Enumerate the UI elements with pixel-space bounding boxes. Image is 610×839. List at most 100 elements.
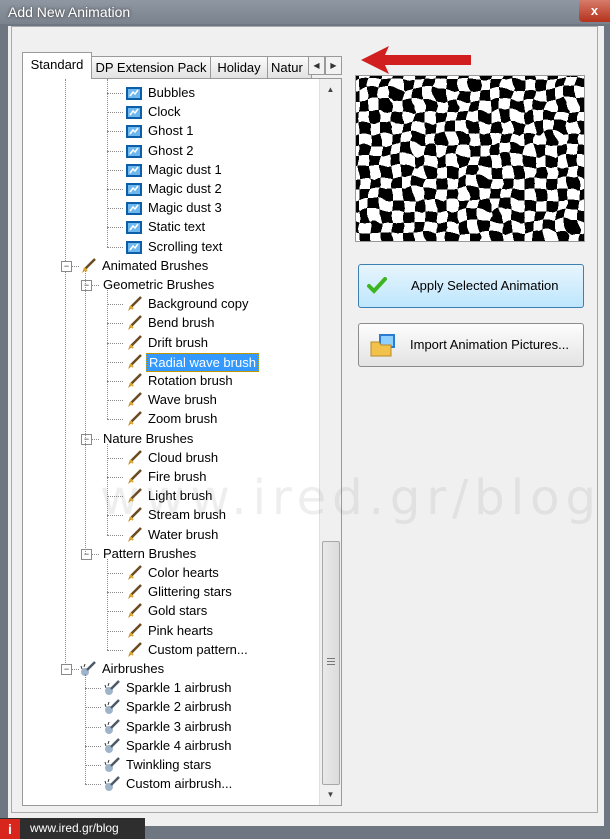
tree-item-label: Twinkling stars bbox=[126, 757, 212, 772]
tree-guide-line bbox=[107, 131, 123, 133]
tree-item-label: Glittering stars bbox=[148, 584, 232, 600]
tree-item-label: Magic dust 3 bbox=[148, 200, 222, 216]
tree-item-label: Sparkle 3 airbrush bbox=[126, 718, 232, 734]
tree-item-label: Custom airbrush... bbox=[126, 776, 233, 792]
import-folder-icon bbox=[370, 334, 395, 357]
tree-item-label: Bubbles bbox=[148, 85, 195, 100]
tree-item-label: Static text bbox=[148, 219, 206, 235]
paintbrush-icon bbox=[128, 334, 142, 350]
tree-guide-line bbox=[107, 381, 123, 382]
tree-guide-line bbox=[85, 745, 101, 747]
checker-preview-image bbox=[356, 76, 584, 241]
scroll-down-button[interactable]: ▼ bbox=[322, 786, 339, 803]
film-icon bbox=[126, 125, 142, 139]
tree-item-label: Sparkle 4 airbrush bbox=[126, 737, 232, 753]
tree-guide-line bbox=[107, 361, 123, 363]
tree-guide-line bbox=[91, 285, 99, 286]
dialog-window: Add New Animation x Standard DP Extensio… bbox=[0, 0, 610, 839]
tab-holiday-label: Holiday bbox=[217, 60, 261, 75]
tree-item-label: Pattern Brushes bbox=[103, 545, 197, 561]
tree-guide-line bbox=[107, 342, 123, 344]
tree-item-label: Airbrushes bbox=[102, 661, 165, 676]
tree-guide-line bbox=[91, 553, 99, 555]
tree-item-label: Custom pattern... bbox=[148, 641, 248, 657]
animation-tree[interactable]: ▲ ▼ Bubbles Clock Ghost 1 Ghost 2 Magic dust… bbox=[22, 78, 342, 806]
tree-item-label: Magic dust 1 bbox=[148, 161, 222, 177]
checkmark-icon bbox=[367, 277, 387, 294]
paintbrush-icon bbox=[128, 373, 142, 388]
paintbrush-icon bbox=[128, 315, 142, 331]
tree-item-label: Bend brush bbox=[148, 315, 215, 331]
tree-item-label: Gold stars bbox=[148, 603, 208, 619]
tree-item-label: Scrolling text bbox=[148, 238, 223, 254]
tree-vertical-scrollbar[interactable]: ▲ ▼ bbox=[319, 79, 341, 805]
tree-guide-line bbox=[107, 208, 123, 210]
airbrush-icon bbox=[104, 737, 120, 753]
tree-guide-line bbox=[107, 150, 123, 152]
tree-guide-line bbox=[107, 304, 123, 306]
watermark: www.ired.gr/blog bbox=[100, 470, 602, 526]
title-bar[interactable]: Add New Animation x bbox=[0, 0, 610, 24]
red-arrow-annotation bbox=[361, 46, 471, 74]
tree-guide-line bbox=[107, 649, 123, 651]
tree-guide-line bbox=[71, 669, 79, 670]
tab-holiday[interactable]: Holiday bbox=[210, 56, 268, 78]
paintbrush-icon bbox=[128, 641, 142, 657]
tree-guide-line bbox=[107, 246, 123, 248]
scroll-grip-line bbox=[327, 664, 335, 665]
tree-guide-line bbox=[107, 611, 123, 613]
tree-guide-line bbox=[85, 726, 101, 728]
close-button[interactable]: x bbox=[579, 0, 610, 22]
tree-item-label: Radial wave brush bbox=[146, 352, 259, 372]
tree-guide-line bbox=[107, 630, 123, 632]
tree-guide-line bbox=[107, 558, 108, 650]
tree-guide-line bbox=[71, 265, 79, 267]
tab-nature[interactable]: Natur bbox=[267, 56, 312, 78]
paintbrush-icon bbox=[128, 526, 142, 542]
tree-item-label: Color hearts bbox=[148, 565, 219, 580]
tab-standard[interactable]: Standard bbox=[22, 52, 92, 79]
paintbrush-icon bbox=[128, 296, 142, 312]
apply-selected-animation-button[interactable]: Apply Selected Animation bbox=[358, 264, 584, 308]
tree-guide-line bbox=[85, 674, 86, 785]
ired-logo-icon: i bbox=[0, 819, 20, 839]
tree-guide-line bbox=[85, 707, 101, 709]
tree-item-label: Zoom brush bbox=[148, 411, 218, 427]
import-animation-pictures-button[interactable]: Import Animation Pictures... bbox=[358, 323, 584, 367]
tree-guide-line bbox=[107, 227, 123, 229]
paintbrush-icon bbox=[128, 411, 142, 427]
tree-item-label: Background copy bbox=[148, 296, 249, 312]
tree-item-label: Clock bbox=[148, 104, 181, 120]
tree-item-label: Animated Brushes bbox=[102, 257, 209, 273]
tab-standard-label: Standard bbox=[30, 57, 84, 72]
tree-guide-line bbox=[107, 112, 123, 114]
animation-preview bbox=[355, 75, 585, 242]
tree-guide-line bbox=[107, 189, 123, 190]
tree-guide-line bbox=[107, 592, 123, 594]
window-title: Add New Animation bbox=[8, 4, 131, 20]
tree-guide-line bbox=[107, 169, 123, 171]
tree-item-label: Sparkle 2 airbrush bbox=[126, 699, 232, 715]
tab-scroll-left-button[interactable]: ◀ bbox=[308, 56, 325, 75]
airbrush-icon bbox=[104, 757, 120, 772]
tree-guide-line bbox=[107, 323, 123, 325]
tree-item-label: Sparkle 1 airbrush bbox=[126, 680, 232, 696]
tree-guide-line bbox=[85, 688, 101, 690]
tree-guide-line bbox=[85, 784, 101, 786]
tree-guide-line bbox=[91, 438, 99, 440]
paintbrush-icon bbox=[128, 392, 142, 408]
film-icon bbox=[126, 221, 142, 235]
scroll-up-button[interactable]: ▲ bbox=[322, 81, 339, 98]
tab-dp-extension-pack[interactable]: DP Extension Pack bbox=[91, 56, 211, 78]
tree-guide-line bbox=[107, 419, 123, 421]
tab-scroll-right-button[interactable]: ▶ bbox=[325, 56, 342, 75]
airbrush-icon bbox=[104, 699, 120, 715]
airbrush-icon bbox=[104, 718, 120, 734]
film-icon bbox=[126, 183, 142, 196]
tree-item-label: Drift brush bbox=[148, 334, 208, 350]
scroll-thumb[interactable] bbox=[322, 541, 340, 785]
airbrush-icon bbox=[80, 661, 96, 676]
tree-guide-line bbox=[85, 270, 86, 554]
tree-guide-line bbox=[107, 534, 123, 536]
film-icon bbox=[126, 106, 142, 120]
